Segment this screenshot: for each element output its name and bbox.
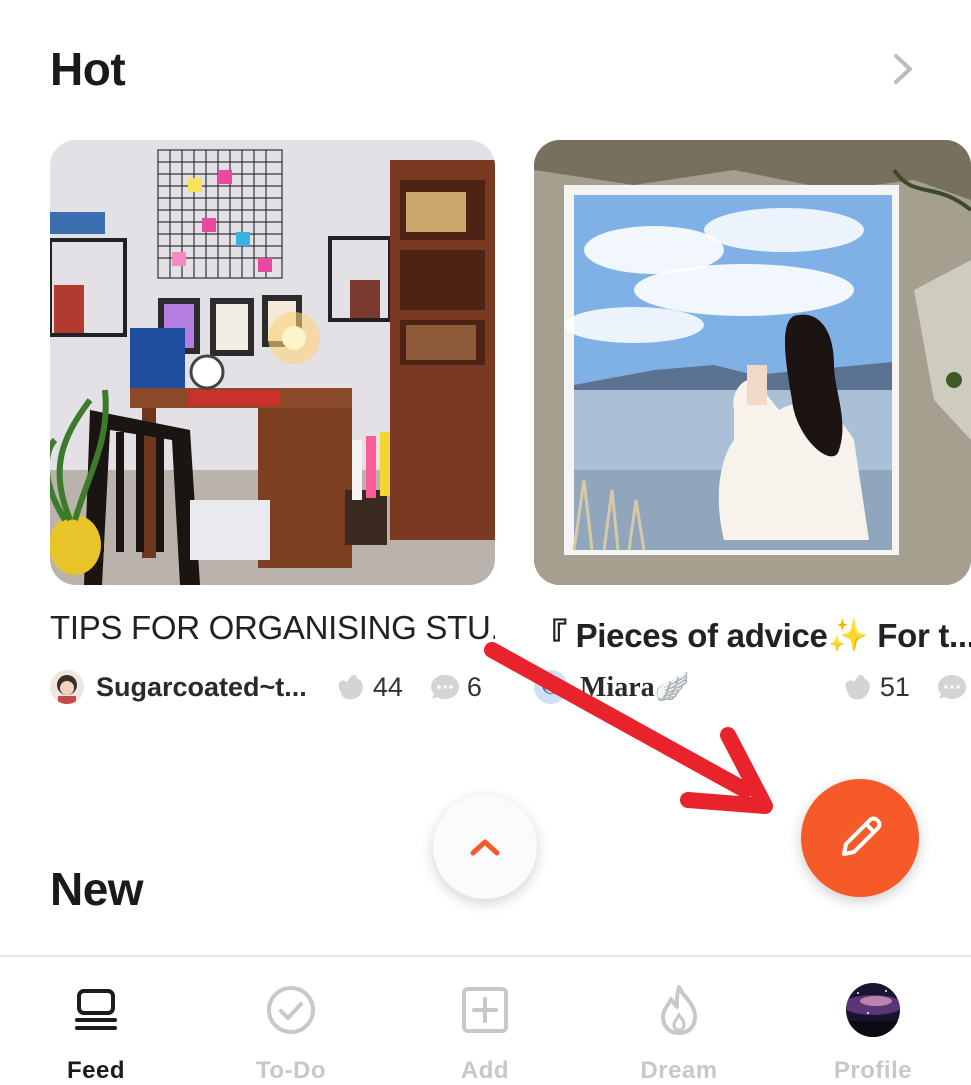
card-image-window[interactable] (534, 140, 971, 585)
comment-icon (430, 675, 459, 699)
claps-value: 44 (372, 671, 403, 702)
new-section-title: New (50, 863, 144, 915)
add-square-icon (462, 987, 508, 1033)
comments-value: 6 (466, 671, 482, 702)
clap-icon (338, 674, 363, 700)
nav-todo[interactable]: To-Do (216, 979, 366, 1085)
nav-feed[interactable]: Feed (21, 979, 171, 1085)
nav-label: Dream (640, 1057, 718, 1084)
hot-card[interactable]: TIPS FOR ORGANISING STU... Sugarcoated~t… (50, 140, 495, 707)
compose-post-button[interactable] (801, 779, 919, 897)
hot-section-title: Hot (50, 43, 126, 95)
scroll-to-top-button[interactable] (433, 795, 537, 899)
claps-count[interactable]: 51 (840, 672, 910, 703)
author-name[interactable]: Miara🪽 (580, 670, 790, 704)
hot-card[interactable]: 『 Pieces of advice✨ For t... Miara🪽 51 1… (534, 140, 971, 707)
flame-icon (661, 985, 697, 1035)
author-avatar[interactable] (50, 670, 84, 704)
nav-label: Feed (66, 1057, 125, 1084)
profile-avatar (846, 983, 900, 1037)
card-meta: Sugarcoated~t... 44 6 (50, 667, 495, 707)
check-circle-icon (267, 986, 315, 1034)
comment-icon (937, 675, 966, 699)
nav-label: Profile (833, 1057, 913, 1084)
claps-count[interactable]: 44 (333, 672, 403, 703)
claps-value: 51 (879, 671, 910, 702)
author-avatar[interactable] (534, 670, 568, 704)
chevron-right-icon[interactable] (888, 52, 918, 86)
nav-label: To-Do (255, 1057, 327, 1084)
chevron-up-icon (470, 839, 500, 856)
nav-label: Add (460, 1057, 510, 1084)
bottom-navigation: Feed To-Do Add Dream Profile (0, 955, 971, 1085)
nav-profile[interactable]: Profile (798, 979, 948, 1085)
feed-icon (75, 989, 117, 1030)
clap-icon (845, 674, 870, 700)
author-name[interactable]: Sugarcoated~t... (96, 672, 307, 703)
nav-dream[interactable]: Dream (604, 979, 754, 1085)
card-meta: Miara🪽 51 15 (534, 667, 971, 707)
card-image-desk[interactable] (50, 140, 495, 585)
card-title[interactable]: 『 Pieces of advice✨ For t... (534, 609, 971, 651)
card-title[interactable]: TIPS FOR ORGANISING STU... (50, 609, 495, 651)
pencil-icon (842, 816, 882, 856)
nav-add[interactable]: Add (410, 979, 560, 1085)
comments-count[interactable]: 15 (936, 672, 971, 703)
comments-count[interactable]: 6 (429, 672, 482, 703)
